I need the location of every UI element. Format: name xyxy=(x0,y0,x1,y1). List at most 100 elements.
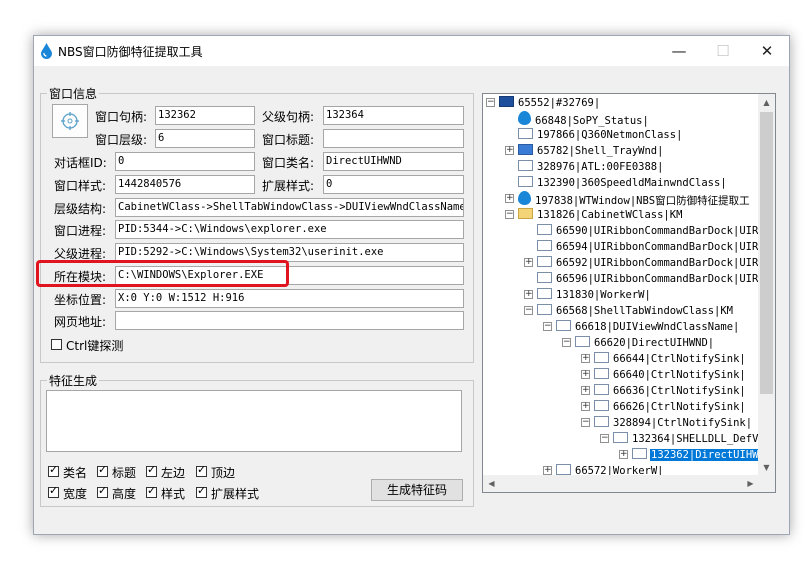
tree-item[interactable]: 132364|SHELLDLL_DefVi xyxy=(613,431,766,447)
tree-item[interactable]: 65782|Shell_TrayWnd| xyxy=(518,143,664,159)
tree-vertical-scrollbar[interactable]: ▲ ▼ xyxy=(758,94,775,476)
window-tree[interactable]: − 65552|#32769| 66848|SoPY_Status| 197866|Q… xyxy=(482,93,776,493)
tree-item[interactable]: 66592|UIRibbonCommandBarDock|UIRi xyxy=(537,255,766,271)
scroll-left-arrow-icon[interactable]: ◀ xyxy=(483,475,500,492)
option-checkbox[interactable] xyxy=(146,484,157,498)
option-checkbox[interactable] xyxy=(48,484,59,498)
window-icon xyxy=(518,176,533,187)
level-field[interactable]: 6 xyxy=(155,129,255,148)
url-field[interactable] xyxy=(115,311,464,330)
close-button[interactable]: ✕ xyxy=(745,36,789,66)
option-checkbox[interactable] xyxy=(97,463,108,477)
expand-icon[interactable]: + xyxy=(505,194,514,203)
expand-icon[interactable]: + xyxy=(581,402,590,411)
tree-item-label: 328894|CtrlNotifySink| xyxy=(613,417,753,429)
window-icon xyxy=(575,336,590,347)
handle-field[interactable]: 132362 xyxy=(155,106,255,125)
tree-item-label: 66590|UIRibbonCommandBarDock|UIRi xyxy=(556,225,765,237)
process-field[interactable]: PID:5344->C:\Windows\explorer.exe xyxy=(115,220,464,239)
minimize-button[interactable]: — xyxy=(657,36,701,66)
collapse-icon[interactable]: − xyxy=(486,98,495,107)
window-icon xyxy=(537,304,552,315)
scroll-up-arrow-icon[interactable]: ▲ xyxy=(758,94,775,111)
collapse-icon[interactable]: − xyxy=(581,418,590,427)
dialog-id-label: 对话框ID: xyxy=(54,156,107,170)
tree-item[interactable]: 132390|360SpeedldMainwndClass| xyxy=(518,175,728,191)
tree-item-label: 66596|UIRibbonCommandBarDock|UIRi xyxy=(556,273,765,285)
tree-item[interactable]: 66590|UIRibbonCommandBarDock|UIRi xyxy=(537,223,766,239)
expand-icon[interactable]: + xyxy=(581,370,590,379)
window-icon xyxy=(537,288,552,299)
collapse-icon[interactable]: − xyxy=(524,306,533,315)
tree-item[interactable]: 66644|CtrlNotifySink| xyxy=(594,351,747,367)
window-icon xyxy=(537,272,552,283)
drop-icon xyxy=(518,111,531,125)
tree-item-label: 328976|ATL:00FE0388| xyxy=(537,161,664,173)
expand-icon[interactable]: + xyxy=(581,386,590,395)
tree-item-label: 65552|#32769| xyxy=(518,97,601,109)
dialog-id-field[interactable]: 0 xyxy=(115,152,255,171)
scroll-down-arrow-icon[interactable]: ▼ xyxy=(758,459,775,476)
option-label: 标题 xyxy=(112,466,137,480)
tree-item[interactable]: 66594|UIRibbonCommandBarDock|UIRi xyxy=(537,239,766,255)
tree-item-label: 66848|SoPY_Status| xyxy=(535,115,649,127)
exstyle-field[interactable]: 0 xyxy=(323,175,464,194)
expand-icon[interactable]: + xyxy=(524,258,533,267)
tree-item[interactable]: 132362|DirectUIHWN xyxy=(632,447,767,463)
option-checkbox[interactable] xyxy=(196,484,207,498)
finder-target-button[interactable] xyxy=(52,104,88,138)
tree-item[interactable]: 66568|ShellTabWindowClass|KM xyxy=(537,303,734,319)
tree-item[interactable]: 66640|CtrlNotifySink| xyxy=(594,367,747,383)
expand-icon[interactable]: + xyxy=(581,354,590,363)
option-checkbox[interactable] xyxy=(196,463,207,477)
tree-item[interactable]: 197866|Q360NetmonClass| xyxy=(518,127,683,143)
window-icon xyxy=(632,448,647,459)
window-icon xyxy=(594,384,609,395)
position-field[interactable]: X:0 Y:0 W:1512 H:916 xyxy=(115,289,464,308)
expand-icon[interactable]: + xyxy=(619,450,628,459)
collapse-icon[interactable]: − xyxy=(562,338,571,347)
tree-item[interactable]: 66848|SoPY_Status| xyxy=(518,111,650,127)
collapse-icon[interactable]: − xyxy=(505,210,514,219)
ctrl-probe-checkbox[interactable] xyxy=(51,339,62,350)
tree-item-label: 66636|CtrlNotifySink| xyxy=(613,385,746,397)
collapse-icon[interactable]: − xyxy=(543,322,552,331)
generate-feature-button[interactable]: 生成特征码 xyxy=(371,479,463,501)
feature-textarea[interactable] xyxy=(46,390,462,452)
class-field[interactable]: DirectUIHWND xyxy=(323,152,464,171)
tree-item[interactable]: 66620|DirectUIHWND| xyxy=(575,335,715,351)
option-checkbox[interactable] xyxy=(48,463,59,477)
folder-icon xyxy=(518,208,533,219)
window-icon xyxy=(594,352,609,363)
tree-item[interactable]: 197838|WTWindow|NBS窗口防御特征提取工 xyxy=(518,191,751,207)
expand-icon[interactable]: + xyxy=(543,466,552,475)
option-checkbox[interactable] xyxy=(146,463,157,477)
hierarchy-field[interactable]: CabinetWClass->ShellTabWindowClass->DUIV… xyxy=(115,198,464,217)
scroll-right-arrow-icon[interactable]: ▶ xyxy=(742,475,759,492)
tree-item[interactable]: 66636|CtrlNotifySink| xyxy=(594,383,747,399)
hierarchy-label: 层级结构: xyxy=(54,202,107,216)
parent-handle-field[interactable]: 132364 xyxy=(323,106,464,125)
scroll-thumb[interactable] xyxy=(760,112,773,394)
window-info-title: 窗口信息 xyxy=(47,85,100,102)
title-field[interactable] xyxy=(323,129,464,148)
window-icon xyxy=(518,128,533,139)
app-drop-icon xyxy=(41,43,52,59)
tree-item[interactable]: 66618|DUIViewWndClassName| xyxy=(556,319,740,335)
tree-horizontal-scrollbar[interactable]: ◀ ▶ xyxy=(483,475,759,492)
tree-item[interactable]: 131826|CabinetWClass|KM xyxy=(518,207,683,223)
title-bar[interactable]: NBS窗口防御特征提取工具 — ☐ ✕ xyxy=(34,36,789,66)
expand-icon[interactable]: + xyxy=(505,146,514,155)
style-field[interactable]: 1442840576 xyxy=(115,175,255,194)
tree-item[interactable]: 65552|#32769| xyxy=(499,95,601,111)
option-checkbox[interactable] xyxy=(97,484,108,498)
maximize-button[interactable]: ☐ xyxy=(701,36,745,66)
collapse-icon[interactable]: − xyxy=(600,434,609,443)
tree-item[interactable]: 328894|CtrlNotifySink| xyxy=(594,415,753,431)
tree-item[interactable]: 66626|CtrlNotifySink| xyxy=(594,399,747,415)
tree-item[interactable]: 328976|ATL:00FE0388| xyxy=(518,159,664,175)
expand-icon[interactable]: + xyxy=(524,290,533,299)
tree-item[interactable]: 66596|UIRibbonCommandBarDock|UIRi xyxy=(537,271,766,287)
tree-item[interactable]: 131830|WorkerW| xyxy=(537,287,652,303)
title-label: 窗口标题: xyxy=(262,133,315,147)
